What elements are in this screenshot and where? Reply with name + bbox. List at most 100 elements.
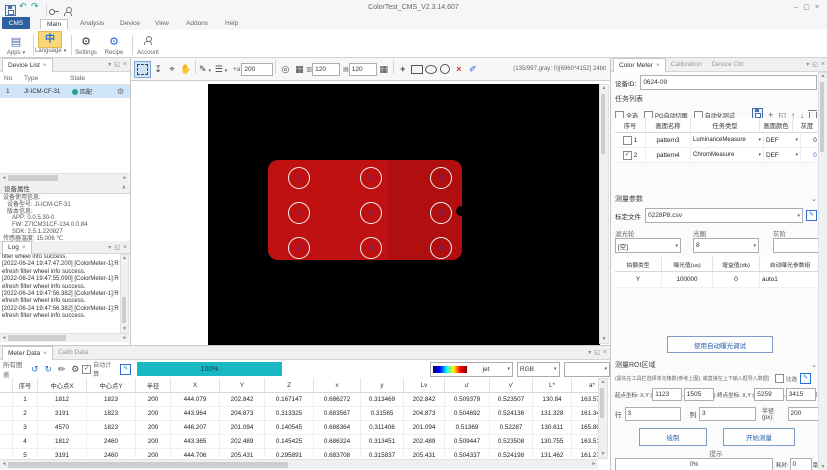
meter-data-row[interactable]: 2 3191 1823 200 443.964 204.873 0.313325 0.6835… (0, 407, 598, 421)
settings-button[interactable]: ⚙ Settings (73, 32, 99, 56)
close-panel-icon[interactable]: × (603, 349, 607, 356)
task-row[interactable]: ✓ 2 pattern4 ChromMeasure ▾ DEF ▾ 0 (615, 148, 827, 163)
export-icon[interactable]: ↻ (42, 364, 56, 375)
device-props-header[interactable]: 设备属性 ∧ (0, 182, 130, 194)
menu-tab-addons[interactable]: Addons (186, 20, 208, 27)
grid-cols-input[interactable]: 120 (348, 62, 377, 76)
device-row[interactable]: 1 JI-ICM-CF-31 匹配 ⚙ (0, 85, 130, 98)
tab-device-ctrl[interactable]: Device Ctrl (707, 60, 749, 69)
tab-device-list[interactable]: Device List × (2, 57, 53, 72)
float-icon[interactable]: ◱ (114, 244, 120, 251)
aperture-select[interactable]: 8 ▾ (693, 238, 759, 253)
log-list[interactable]: filter wheel info success. [2022-06-24 19… (2, 254, 119, 332)
edit-form-icon[interactable]: ✎ (120, 363, 132, 375)
chart-mode-label[interactable]: 所有图表 (3, 359, 28, 379)
pan-icon[interactable]: ✋ (179, 64, 193, 75)
menu-tab-analysis[interactable]: Analysis (80, 20, 104, 27)
panel-menu-icon[interactable]: ▾ (806, 61, 809, 68)
grid-rows-input[interactable]: 120 (312, 62, 341, 76)
menu-tab-view[interactable]: View (155, 20, 169, 27)
measure-circle[interactable]: 3 (430, 167, 452, 189)
roi-checkbox[interactable] (775, 374, 784, 383)
calib-file-select[interactable]: 0228P8.csv ▾ (645, 208, 803, 223)
roi-header[interactable]: 测量ROI区域 ⌄ (615, 360, 817, 370)
panel-menu-icon[interactable]: ▾ (108, 61, 111, 68)
rgb-select[interactable]: RGB ▾ (516, 361, 560, 377)
meter-data-row[interactable]: 1 1812 1823 200 444.079 202.842 0.167147 0.6862… (0, 393, 598, 407)
line-style-icon[interactable]: ☰ ▾ (212, 64, 230, 75)
grid-apply-icon[interactable]: ▦ (377, 64, 391, 75)
task-row[interactable]: 1 pattern3 LuminanceMeasure ▾ DEF ▾ 0 (615, 133, 827, 148)
select-region-tool[interactable] (134, 60, 151, 78)
float-icon[interactable]: ◱ (812, 61, 818, 68)
colormap-select[interactable]: jet ▾ (429, 361, 513, 377)
task-type-select[interactable]: LuminanceMeasure ▾ (691, 133, 764, 148)
measure-circle[interactable]: 5 (360, 202, 382, 224)
radius-input[interactable]: 200 (787, 406, 819, 421)
extra-select[interactable]: ▾ (563, 361, 611, 377)
cross-tool-icon[interactable]: + (396, 64, 410, 74)
font-size-input[interactable]: 200 (241, 62, 274, 76)
fit-view-icon[interactable]: ⌖ (165, 64, 179, 75)
task-type-select[interactable]: ChromMeasure ▾ (691, 148, 764, 163)
grid-icon[interactable]: ▦ (292, 64, 306, 75)
tab-meter-data[interactable]: Meter Data × (2, 345, 53, 360)
device-id-input[interactable]: 0624-09 (640, 75, 817, 90)
float-icon[interactable]: ◱ (114, 61, 120, 68)
canvas-vscrollbar[interactable]: ▲ ▼ (599, 84, 609, 344)
menu-tab-main[interactable]: Main (40, 19, 69, 29)
pattern-color-select[interactable]: DEF ▾ (764, 148, 801, 163)
rows-input[interactable]: 3 (624, 406, 682, 421)
tab-calib-data[interactable]: Calib Data (53, 348, 93, 357)
gray-input[interactable] (773, 238, 823, 253)
meter-hscrollbar[interactable]: ◄ ► (0, 459, 598, 469)
right-vscrollbar[interactable]: ▲ ▼ (818, 72, 827, 470)
ellipse-tool-icon[interactable] (424, 64, 438, 74)
app-menu-button[interactable]: CMS (2, 17, 30, 29)
apps-button[interactable]: ▤ Apps ▾ (4, 32, 28, 56)
auto-calc-checkbox[interactable]: ✓ (82, 364, 92, 374)
measure-circle[interactable]: 6 (430, 202, 452, 224)
maximize-button[interactable]: ▢ (803, 3, 810, 11)
delete-shapes-icon[interactable]: × (452, 64, 466, 74)
collapse-icon[interactable]: ∧ (122, 184, 126, 191)
recipe-button[interactable]: ⚙ Recipe (101, 32, 127, 56)
filter-wheel-select[interactable]: [空] ▾ (615, 238, 681, 253)
draw-pencil-icon[interactable]: ✎ ▾ (198, 64, 212, 75)
brush-icon[interactable]: ✐ (466, 64, 480, 75)
device-list-hscrollbar[interactable]: ◄ ► (0, 173, 129, 182)
language-button[interactable]: 中 Language ▾ (35, 31, 66, 54)
menu-tab-device[interactable]: Device (120, 20, 140, 27)
clear-icon[interactable]: ✏ (55, 364, 69, 375)
float-icon[interactable]: ◱ (594, 349, 600, 356)
panel-menu-icon[interactable]: ▾ (588, 349, 591, 356)
camera-image[interactable]: 1 2 3 4 5 6 7 8 9 (208, 84, 600, 345)
end-y-input[interactable]: 3415 (785, 388, 816, 401)
auto-exposure-button[interactable]: 使用自动曝光调试 (667, 336, 773, 353)
collapse-icon[interactable]: ⌄ (811, 361, 817, 369)
task-checkbox[interactable] (622, 135, 632, 145)
circle-tool-icon[interactable] (438, 64, 452, 74)
close-panel-icon[interactable]: × (123, 61, 127, 68)
refresh-icon[interactable]: ↺ (28, 364, 42, 375)
pattern-color-select[interactable]: DEF ▾ (764, 133, 801, 148)
start-y-input[interactable]: 1505 (683, 388, 714, 401)
start-x-input[interactable]: 1123 (652, 388, 683, 401)
draw-button[interactable]: 绘制 (639, 428, 707, 446)
filter-icon[interactable]: ⚙ (69, 364, 83, 375)
tab-color-meter[interactable]: Color Meter × (613, 57, 666, 72)
meter-data-row[interactable]: 3 4570 1823 200 446.207 201.094 0.140545 0.6883… (0, 421, 598, 435)
roi-edit-icon[interactable]: ✎ (800, 373, 812, 384)
close-panel-icon[interactable]: × (821, 61, 825, 68)
measure-circle[interactable]: 7 (288, 237, 310, 259)
calib-edit-icon[interactable]: ✎ (806, 210, 817, 221)
meter-data-row[interactable]: 4 1812 2460 200 443.365 202.489 0.145425 0.6863… (0, 435, 598, 449)
measure-circle[interactable]: 9 (430, 237, 452, 259)
measure-circle[interactable]: 4 (288, 202, 310, 224)
start-measure-button[interactable]: 开始测量 (723, 428, 795, 446)
import-image-icon[interactable]: ↧ (151, 64, 165, 75)
measure-circle[interactable]: 1 (288, 167, 310, 189)
tab-calibration[interactable]: Calibration (666, 60, 707, 69)
task-checkbox[interactable]: ✓ (622, 150, 632, 160)
account-button[interactable]: Account (134, 32, 162, 56)
